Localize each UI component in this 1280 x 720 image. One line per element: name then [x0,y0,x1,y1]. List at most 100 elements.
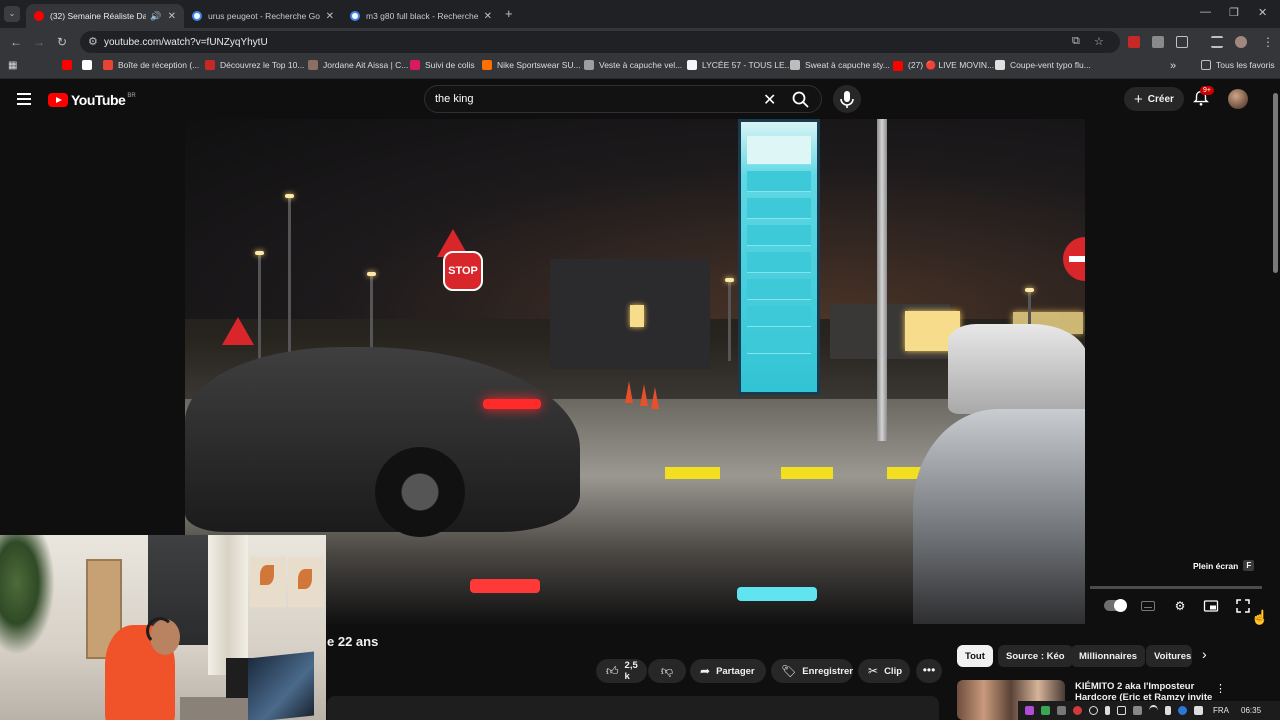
autoplay-toggle[interactable] [1104,599,1127,612]
bookmark-suivi-colis[interactable]: Suivi de colis [410,60,475,70]
address-bar[interactable]: ⚙ youtube.com/watch?v=fUNZyqYhytU ⧉ ☆ [80,31,1120,53]
forward-arrow-icon[interactable]: → [33,35,45,49]
browser-tab-urus[interactable]: urus peugeot - Recherche Goo ✕ [184,4,342,28]
close-tab-icon[interactable]: ✕ [326,11,334,22]
bookmark-jordane[interactable]: Jordane Ait Aissa | C... [308,60,408,70]
reload-icon[interactable]: ↻ [57,35,67,49]
app-icon[interactable] [1025,706,1034,715]
video-road-marking [665,467,720,479]
bookmark-star-icon[interactable]: ☆ [1094,35,1104,48]
notifications-badge: 9+ [1200,86,1214,95]
bookmark-sweat[interactable]: Sweat à capuche sty... [790,60,890,70]
tab-title: (32) Semaine Réaliste Dans [50,11,147,21]
create-button[interactable]: + Créer [1124,87,1184,111]
clip-button[interactable]: ✂ Clip [858,659,910,683]
bookmark-veste[interactable]: Veste à capuche vel... [584,60,682,70]
app-icon[interactable] [1117,706,1126,715]
bluetooth-icon[interactable] [1178,706,1187,715]
menu-hamburger-icon[interactable] [17,93,31,105]
subtitles-icon[interactable] [1140,598,1156,614]
restore-button[interactable]: ❐ [1229,6,1239,19]
bookmark-page[interactable] [82,60,97,70]
all-bookmarks-folder[interactable]: Tous les favoris [1201,60,1275,70]
bookmarks-overflow-button[interactable]: » [1170,60,1176,72]
url-text[interactable]: youtube.com/watch?v=fUNZyqYhytU [104,37,268,48]
clear-search-icon[interactable]: ✕ [763,90,776,110]
speaker-icon[interactable] [1165,706,1171,715]
voice-search-button[interactable] [833,85,861,113]
video-pole [877,119,887,441]
youtube-icon [62,60,72,70]
chip-tout[interactable]: Tout [957,645,993,667]
account-avatar[interactable] [1228,89,1248,109]
browser-tab-m3[interactable]: m3 g80 full black - Recherche G ✕ [342,4,500,28]
description-box[interactable] [327,696,939,720]
profile-avatar-icon[interactable] [1235,36,1247,48]
bookmark-coupe-vent[interactable]: Coupe-vent typo flu... [995,60,1091,70]
minimize-button[interactable]: — [1200,6,1211,18]
google-favicon-icon [192,11,202,21]
site-info-icon[interactable]: ⚙ [88,35,98,48]
close-tab-icon[interactable]: ✕ [484,11,492,22]
back-arrow-icon[interactable]: ← [10,35,22,49]
tab-title: urus peugeot - Recherche Goo [208,11,320,21]
apps-grid-icon[interactable]: ▦ [8,60,17,71]
chips-next-arrow-icon[interactable]: › [1202,646,1207,662]
chip-voitures[interactable]: Voitures [1146,645,1192,667]
app-icon[interactable] [1041,706,1050,715]
app-icon[interactable] [1073,706,1082,715]
like-button[interactable]: 👍︎ 2,5 k [596,659,647,683]
app-icon[interactable] [1194,706,1203,715]
fullscreen-icon[interactable] [1235,598,1251,614]
clock[interactable]: 06:35 [1241,706,1261,715]
share-button[interactable]: ➦ Partager [690,659,766,683]
more-actions-button[interactable]: ••• [916,659,942,683]
video-progress-bar[interactable] [1090,586,1262,589]
webcam-art-leaf [260,565,274,585]
chip-source-keo[interactable]: Source : Kéo [998,645,1073,667]
youtube-logo[interactable]: YouTube BR [48,92,136,108]
bookmark-lycee[interactable]: LYCÉE 57 - TOUS LE... [687,60,792,70]
extension-grey-icon[interactable] [1152,36,1164,48]
app-icon[interactable] [1133,706,1142,715]
new-tab-button[interactable]: + [505,6,513,21]
video-road-marking [781,467,833,479]
save-button[interactable]: 🏷︎ Enregistrer [771,659,853,683]
video-reflection-cyan [737,587,817,601]
video-taillight [483,399,541,409]
chip-millionnaires[interactable]: Millionnaires [1071,645,1146,667]
input-language[interactable]: FRA [1213,706,1229,715]
search-icon[interactable] [791,90,811,110]
search-query[interactable]: the king [435,93,474,105]
bookmark-top10[interactable]: Découvrez le Top 10... [205,60,304,70]
speaker-icon[interactable]: 🔊 [150,11,161,22]
close-tab-icon[interactable]: ✕ [168,11,176,22]
app-icon[interactable] [1057,706,1066,715]
close-window-button[interactable]: ✕ [1258,6,1267,19]
media-controls-icon[interactable] [1211,36,1223,48]
cast-icon[interactable]: ⧉ [1072,35,1080,48]
extension-red-icon[interactable] [1128,36,1140,48]
video-warning-sign [222,317,254,345]
wifi-icon[interactable] [1149,705,1158,716]
page-scrollbar[interactable] [1272,79,1280,720]
recommendation-title[interactable]: KIÉMITO 2 aka l'Imposteur Hardcore (Eric… [1075,681,1215,703]
chrome-menu-icon[interactable]: ⋮ [1262,35,1274,49]
dislike-button[interactable]: 👎︎ [648,659,686,683]
notifications-button[interactable]: 9+ [1192,86,1214,112]
bookmark-youtube[interactable] [62,60,77,70]
tab-search-button[interactable]: ⌄ [4,6,20,22]
thumbs-down-icon: 👎︎ [660,663,674,678]
bookmark-gmail[interactable]: Boîte de réception (... [103,60,199,70]
browser-tab-youtube[interactable]: (32) Semaine Réaliste Dans 🔊 ✕ [26,4,184,28]
bookmark-nike[interactable]: Nike Sportswear SU... [482,60,581,70]
settings-gear-icon[interactable]: ⚙ [1172,598,1188,614]
recommendation-menu-icon[interactable]: ⋮ [1215,682,1226,695]
miniplayer-icon[interactable] [1203,598,1219,614]
bookmark-live[interactable]: (27) 🔴 LIVE MOVIN... [893,60,994,71]
search-input[interactable]: the king ✕ [424,85,822,113]
app-icon[interactable] [1089,706,1098,715]
extensions-puzzle-icon[interactable] [1176,36,1188,48]
scrollbar-thumb[interactable] [1273,93,1278,273]
microphone-icon[interactable] [1105,706,1110,715]
